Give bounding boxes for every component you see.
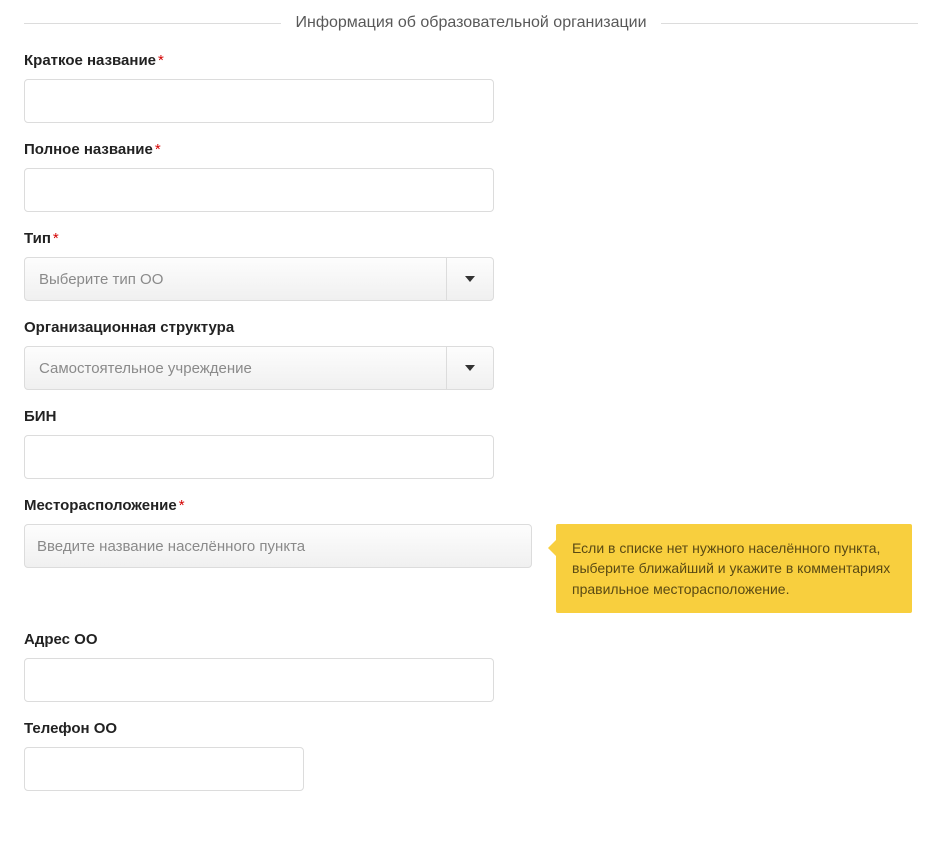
type-select[interactable]: Выберите тип ОО	[24, 257, 494, 301]
field-address: Адрес ОО	[24, 631, 918, 702]
label-text: Телефон ОО	[24, 720, 117, 737]
address-label: Адрес ОО	[24, 631, 918, 648]
chevron-down-icon	[447, 347, 493, 389]
structure-label: Организационная структура	[24, 319, 918, 336]
section-header: Информация об образовательной организаци…	[24, 14, 918, 32]
label-text: Адрес ОО	[24, 631, 98, 648]
label-text: Месторасположение	[24, 497, 177, 514]
divider-left	[24, 23, 281, 24]
full-name-input[interactable]	[24, 168, 494, 212]
location-label: Месторасположение*	[24, 497, 918, 514]
field-phone: Телефон ОО	[24, 720, 918, 791]
field-bin: БИН	[24, 408, 918, 479]
location-input[interactable]	[24, 524, 532, 568]
phone-label: Телефон ОО	[24, 720, 918, 737]
type-label: Тип*	[24, 230, 918, 247]
full-name-label: Полное название*	[24, 141, 918, 158]
required-star: *	[155, 141, 161, 158]
phone-input[interactable]	[24, 747, 304, 791]
structure-select-value: Самостоятельное учреждение	[25, 347, 447, 389]
field-location: Месторасположение* Если в списке нет нуж…	[24, 497, 918, 613]
label-text: Организационная структура	[24, 319, 234, 336]
tooltip-text: Если в списке нет нужного населённого пу…	[572, 540, 890, 597]
label-text: Полное название	[24, 141, 153, 158]
label-text: Тип	[24, 230, 51, 247]
bin-label: БИН	[24, 408, 918, 425]
structure-select[interactable]: Самостоятельное учреждение	[24, 346, 494, 390]
required-star: *	[158, 52, 164, 69]
divider-right	[661, 23, 918, 24]
field-type: Тип* Выберите тип ОО	[24, 230, 918, 301]
address-input[interactable]	[24, 658, 494, 702]
field-structure: Организационная структура Самостоятельно…	[24, 319, 918, 390]
field-full-name: Полное название*	[24, 141, 918, 212]
required-star: *	[179, 497, 185, 514]
label-text: БИН	[24, 408, 56, 425]
field-short-name: Краткое название*	[24, 52, 918, 123]
section-title: Информация об образовательной организаци…	[281, 14, 660, 32]
label-text: Краткое название	[24, 52, 156, 69]
type-select-value: Выберите тип ОО	[25, 258, 447, 300]
location-tooltip: Если в списке нет нужного населённого пу…	[556, 524, 912, 613]
short-name-input[interactable]	[24, 79, 494, 123]
bin-input[interactable]	[24, 435, 494, 479]
required-star: *	[53, 230, 59, 247]
short-name-label: Краткое название*	[24, 52, 918, 69]
chevron-down-icon	[447, 258, 493, 300]
